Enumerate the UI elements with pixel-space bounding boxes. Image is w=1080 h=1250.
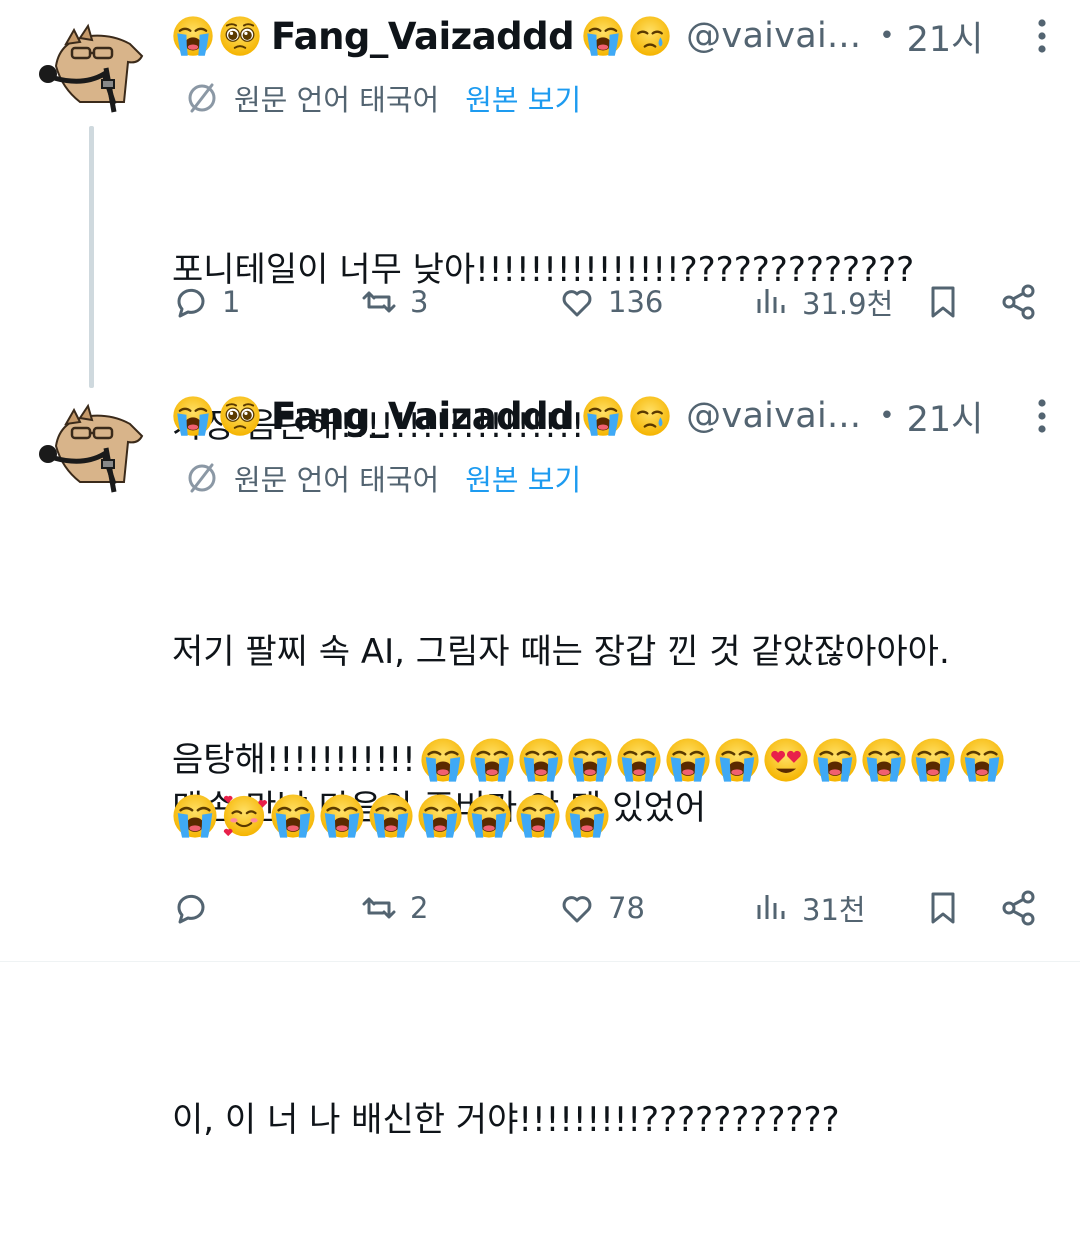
tweet-text-line: 저기 팔찌 속 AI, 그림자 때는 장갑 낀 것 같았잖아아아.: [172, 632, 950, 672]
more-options-icon[interactable]: [1022, 10, 1062, 62]
translation-source-label: 원문 언어 태국어: [234, 463, 440, 497]
repost-button[interactable]: 2: [360, 880, 428, 936]
view-original-link[interactable]: 원본 보기: [465, 457, 581, 499]
tweet-text-emoji-line: 음탕해!!!!!!!!!!!: [172, 734, 1008, 786]
tweet-header: Fang_Vaizaddd @vaivai... • 21시: [172, 10, 1062, 62]
translate-icon: [188, 83, 216, 113]
loudly-crying-face-icon: [861, 737, 907, 783]
loudly-crying-face-icon: [417, 793, 463, 839]
action-bar: 2 78 31천: [168, 880, 1044, 936]
translation-source-label: 원문 언어 태국어: [234, 83, 440, 117]
loudly-crying-face-icon: [582, 395, 624, 437]
display-name[interactable]: Fang_Vaizaddd: [271, 15, 575, 58]
repost-icon: [362, 291, 396, 313]
separator-dot: •: [879, 21, 895, 51]
reply-button[interactable]: 1: [172, 274, 240, 330]
share-icon: [1002, 284, 1035, 320]
loudly-crying-face-icon: [172, 793, 218, 839]
timestamp[interactable]: 21시: [907, 11, 984, 62]
like-count: 78: [608, 891, 645, 925]
user-handle[interactable]: @vaivai...: [686, 16, 861, 56]
like-button[interactable]: 136: [558, 274, 663, 330]
loudly-crying-face-icon: [616, 737, 662, 783]
like-button[interactable]: 78: [558, 880, 645, 936]
loudly-crying-face-icon: [910, 737, 956, 783]
loudly-crying-face-icon: [567, 737, 613, 783]
loudly-crying-face-icon: [270, 793, 316, 839]
tweet-text-blank-line: [172, 938, 1040, 990]
loudly-crying-face-icon: [172, 15, 214, 57]
loudly-crying-face-icon: [172, 395, 214, 437]
crying-face-icon: [629, 395, 671, 437]
repost-count: 2: [410, 891, 429, 925]
views-chart-icon: [757, 895, 785, 919]
reply-icon: [177, 894, 205, 924]
avatar[interactable]: [36, 8, 148, 120]
loudly-crying-face-icon: [665, 737, 711, 783]
loudly-crying-face-icon: [564, 793, 610, 839]
loudly-crying-face-icon: [420, 737, 466, 783]
repost-icon: [362, 897, 396, 919]
share-button[interactable]: [1000, 274, 1050, 330]
loudly-crying-face-icon: [714, 737, 760, 783]
repost-count: 3: [410, 285, 429, 319]
timestamp[interactable]: 21시: [907, 391, 984, 442]
thread-connector-line: [89, 126, 94, 388]
heart-icon: [562, 896, 592, 923]
more-options-icon[interactable]: [1022, 390, 1062, 442]
tweet-text-line: 이, 이 너 나 배신한 거야!!!!!!!!!???????????: [172, 1100, 840, 1140]
separator-dot: •: [879, 401, 895, 431]
tweet-2[interactable]: Fang_Vaizaddd @vaivai... • 21시 원문 언어 태국어…: [0, 388, 1080, 1140]
views-count: 31.9천: [802, 287, 894, 321]
loudly-crying-face-icon: [582, 15, 624, 57]
display-name[interactable]: Fang_Vaizaddd: [271, 395, 575, 438]
loudly-crying-face-icon: [466, 793, 512, 839]
reply-icon: [177, 288, 205, 318]
loudly-crying-face-icon: [518, 737, 564, 783]
tweet-header: Fang_Vaizaddd @vaivai... • 21시: [172, 390, 1062, 442]
like-count: 136: [608, 285, 664, 319]
repost-button[interactable]: 3: [360, 274, 428, 330]
bookmark-button[interactable]: [924, 274, 974, 330]
reply-count: 1: [222, 285, 241, 319]
bookmark-icon: [931, 892, 955, 924]
tweet-1[interactable]: Fang_Vaizaddd @vaivai... • 21시 원문 언어 태국어…: [0, 0, 1080, 446]
heart-icon: [562, 290, 592, 317]
loudly-crying-face-icon: [959, 737, 1005, 783]
smiling-face-with-hearts-icon: [221, 793, 267, 839]
view-original-link[interactable]: 원본 보기: [465, 77, 581, 119]
pleading-face-icon: [219, 15, 261, 57]
tweet-text-line: 음탕해!!!!!!!!!!!: [172, 740, 416, 780]
views-count: 31천: [802, 893, 866, 927]
views-button[interactable]: 31천: [752, 880, 866, 936]
translate-icon: [188, 463, 216, 493]
user-handle[interactable]: @vaivai...: [686, 396, 861, 436]
translation-bar: 원문 언어 태국어 원본 보기: [184, 76, 581, 120]
action-bar: 1 3 136 31.9천: [168, 274, 1044, 330]
avatar[interactable]: [36, 388, 148, 500]
crying-face-icon: [629, 15, 671, 57]
share-icon: [1002, 890, 1035, 926]
translation-bar: 원문 언어 태국어 원본 보기: [184, 456, 581, 500]
loudly-crying-face-icon: [319, 793, 365, 839]
heart-eyes-face-icon: [763, 737, 809, 783]
loudly-crying-face-icon: [368, 793, 414, 839]
loudly-crying-face-icon: [515, 793, 561, 839]
share-button[interactable]: [1000, 880, 1050, 936]
loudly-crying-face-icon: [812, 737, 858, 783]
pleading-face-icon: [219, 395, 261, 437]
bookmark-icon: [931, 286, 955, 318]
bookmark-button[interactable]: [924, 880, 974, 936]
reply-button[interactable]: [172, 880, 222, 936]
views-button[interactable]: 31.9천: [752, 274, 893, 330]
views-chart-icon: [757, 289, 785, 313]
loudly-crying-face-icon: [469, 737, 515, 783]
tweet-text-emoji-line: [172, 790, 613, 842]
